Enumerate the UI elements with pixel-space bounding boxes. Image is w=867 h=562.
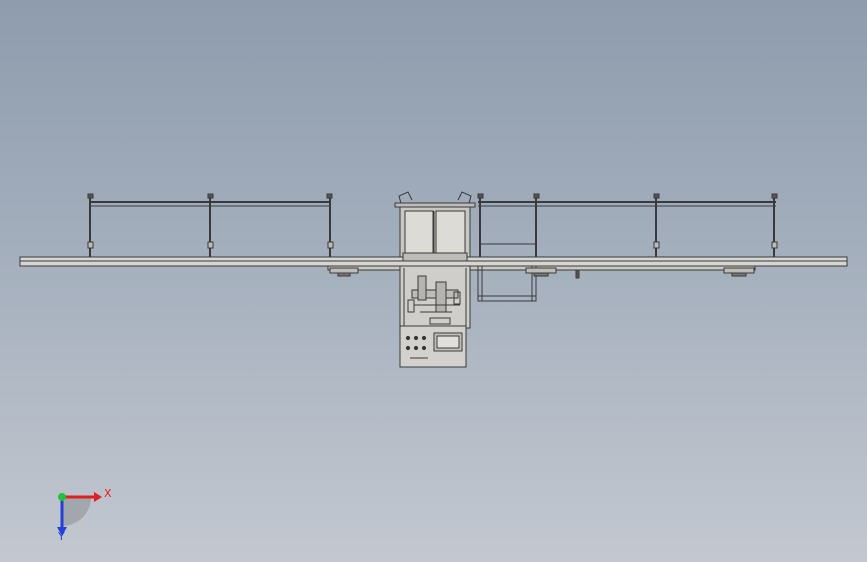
triad-plane bbox=[62, 497, 91, 526]
y-axis-label: Y bbox=[58, 530, 65, 543]
x-axis-arrowhead bbox=[94, 492, 102, 502]
x-axis-label: X bbox=[104, 487, 112, 500]
y-axis-dot bbox=[58, 493, 66, 501]
coordinate-triad bbox=[57, 492, 102, 536]
cad-viewport[interactable]: X Y bbox=[0, 0, 867, 562]
